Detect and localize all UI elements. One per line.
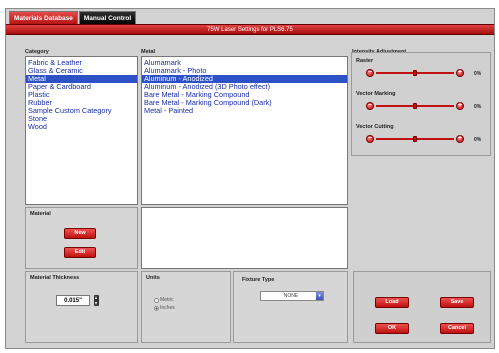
fixture-panel: Fixture Type NONE ▾ — [233, 271, 348, 343]
units-inches-option[interactable]: Inches — [154, 305, 175, 311]
tab-manual-control[interactable]: Manual Control — [78, 11, 137, 24]
material-panel: Material New Edit — [25, 207, 138, 269]
vector-cutting-label: Vector Cutting — [356, 124, 394, 130]
raster-minus-icon[interactable]: − — [366, 69, 374, 77]
raster-label: Raster — [356, 58, 374, 64]
vector-marking-slider-thumb[interactable] — [413, 103, 417, 109]
inches-label: Inches — [160, 305, 175, 311]
material-notes-area — [141, 207, 348, 269]
thickness-input[interactable]: 0.015" — [56, 295, 90, 306]
cancel-button[interactable]: Cancel — [440, 323, 474, 334]
fixture-label: Fixture Type — [242, 277, 275, 283]
intensity-panel: Raster − +0% Vector Marking − +0% Vector Cutti… — [351, 52, 491, 156]
load-button[interactable]: Load — [375, 297, 409, 308]
category-list[interactable]: Fabric & Leather Glass & Ceramic Metal Pape… — [25, 56, 138, 205]
vector-cutting-slider-thumb[interactable] — [413, 136, 417, 142]
chevron-down-icon[interactable]: ▾ — [316, 292, 323, 300]
metal-material-list[interactable]: Alumamark Alumamark - Photo Aluminum - Ano… — [141, 56, 348, 205]
edit-material-button[interactable]: Edit — [64, 247, 96, 258]
tab-materials-database[interactable]: Materials Database — [9, 11, 78, 24]
raster-slider-thumb[interactable] — [413, 70, 417, 76]
tab-bar: Materials Database Manual Control — [9, 11, 137, 24]
window-title: 75W Laser Settings for PLS6.75 — [6, 24, 494, 35]
inches-radio[interactable] — [154, 305, 159, 311]
units-label: Units — [146, 275, 160, 281]
new-material-button[interactable]: New — [64, 228, 96, 239]
save-button[interactable]: Save — [440, 297, 474, 308]
metric-label: Metric — [160, 297, 174, 303]
category-label: Category — [25, 49, 49, 55]
vector-marking-plus-icon[interactable]: + — [456, 102, 464, 110]
thickness-panel: Material Thickness 0.015" — [25, 271, 138, 343]
vector-marking-minus-icon[interactable]: − — [366, 102, 374, 110]
fixture-type-select[interactable]: NONE ▾ — [260, 291, 324, 301]
laser-settings-window: Materials Database Manual Control 75W La… — [5, 8, 495, 349]
vector-marking-label: Vector Marking — [356, 91, 396, 97]
metric-radio[interactable] — [154, 297, 159, 303]
ok-button[interactable]: OK — [375, 323, 409, 334]
vector-cutting-percent: 0% — [474, 137, 482, 143]
thickness-stepper[interactable] — [94, 295, 99, 306]
raster-percent: 0% — [474, 71, 482, 77]
category-list-item[interactable]: Wood — [26, 123, 137, 131]
vector-cutting-minus-icon[interactable]: − — [366, 135, 374, 143]
vector-marking-percent: 0% — [474, 104, 482, 110]
metal-label: Metal — [141, 49, 156, 55]
metal-list-item[interactable]: Metal - Painted — [142, 107, 347, 115]
material-panel-label: Material — [30, 211, 51, 217]
raster-plus-icon[interactable]: + — [456, 69, 464, 77]
action-panel: Load Save OK Cancel — [353, 271, 491, 343]
units-panel: Units Metric Inches — [141, 271, 231, 343]
units-metric-option[interactable]: Metric — [154, 297, 174, 303]
fixture-type-value: NONE — [283, 293, 299, 299]
thickness-label: Material Thickness — [30, 275, 80, 281]
vector-cutting-plus-icon[interactable]: + — [456, 135, 464, 143]
